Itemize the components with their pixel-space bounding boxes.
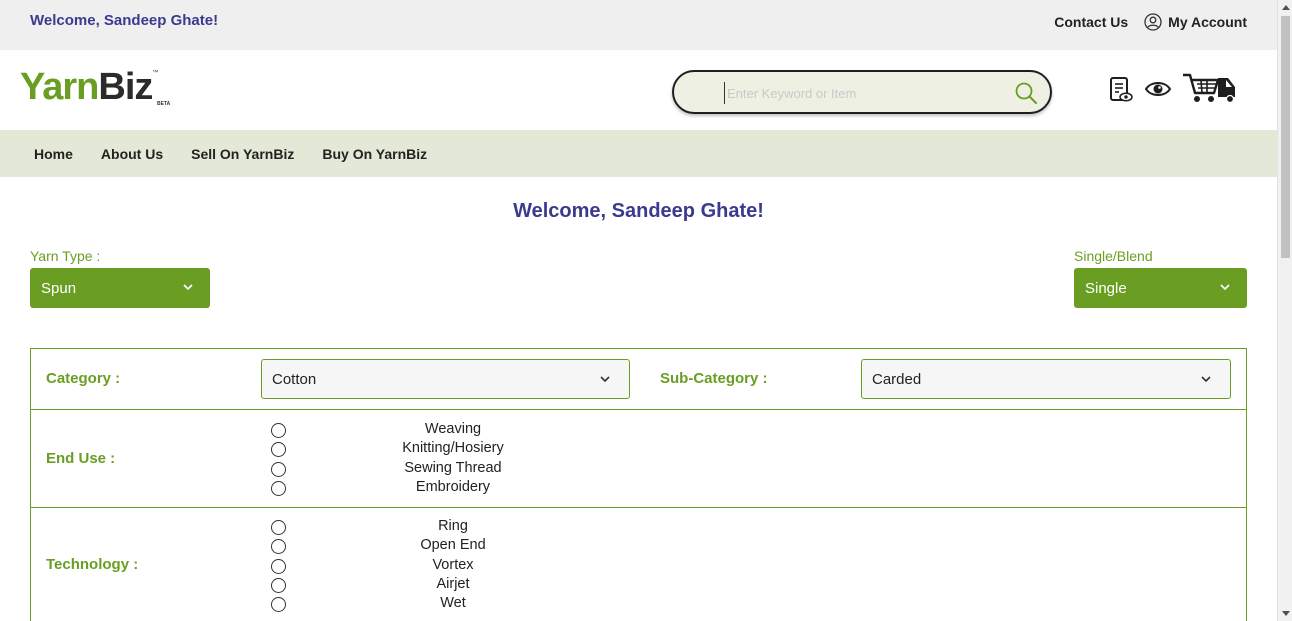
single-blend-value: Single: [1085, 279, 1127, 297]
end-use-option: Embroidery: [271, 478, 551, 497]
category-label: Category :: [46, 370, 121, 387]
logo-biz-text: Biz: [98, 66, 153, 108]
technology-option: Ring: [271, 517, 551, 536]
single-blend-label: Single/Blend: [1074, 248, 1153, 264]
page-title: Welcome, Sandeep Ghate!: [513, 200, 764, 222]
technology-option-label: Ring: [438, 518, 468, 534]
filter-table: Category : Cotton Sub-Category : Carded …: [30, 348, 1247, 621]
end-use-options: Weaving Knitting/Hosiery Sewing Thread E…: [271, 420, 551, 497]
yarn-type-value: Spun: [41, 279, 77, 297]
my-account-label: My Account: [1168, 14, 1247, 30]
category-value: Cotton: [272, 370, 317, 388]
welcome-message: Welcome, Sandeep Ghate!: [30, 12, 219, 29]
logo-yarn-text: Yarn: [20, 66, 99, 108]
yarn-type-select[interactable]: Spun: [30, 268, 210, 308]
technology-option: Wet: [271, 594, 551, 613]
end-use-option-label: Sewing Thread: [404, 459, 502, 476]
end-use-option: Sewing Thread: [271, 459, 551, 478]
category-row: Category : Cotton Sub-Category : Carded: [31, 349, 1246, 410]
header-icons: [1108, 72, 1238, 106]
technology-radio-airjet[interactable]: [271, 577, 286, 593]
page-scrollbar[interactable]: [1277, 0, 1292, 621]
top-links: Contact Us My Account: [1054, 13, 1247, 31]
end-use-option: Weaving: [271, 420, 551, 439]
category-select[interactable]: Cotton: [261, 359, 630, 399]
sub-category-select[interactable]: Carded: [861, 359, 1231, 399]
technology-option: Airjet: [271, 575, 551, 594]
logo-tm: ™: [152, 70, 159, 76]
main-nav: Home About Us Sell On YarnBiz Buy On Yar…: [0, 130, 1277, 177]
technology-radio-wet[interactable]: [271, 597, 286, 613]
scroll-up-arrow-icon[interactable]: [1282, 5, 1290, 10]
top-bar: Welcome, Sandeep Ghate! Contact Us My Ac…: [0, 0, 1277, 50]
cart-truck-icon[interactable]: [1182, 72, 1238, 106]
technology-label: Technology :: [46, 556, 139, 573]
search-input[interactable]: [724, 82, 1004, 104]
sub-category-label: Sub-Category :: [660, 370, 768, 387]
my-account-link[interactable]: My Account: [1144, 13, 1247, 31]
end-use-option: Knitting/Hosiery: [271, 439, 551, 458]
technology-options: Ring Open End Vortex Airjet Wet: [271, 517, 551, 613]
sub-category-value: Carded: [872, 370, 922, 388]
nav-home[interactable]: Home: [34, 146, 73, 162]
nav-buy-on-yarnbiz[interactable]: Buy On YarnBiz: [322, 146, 427, 162]
contact-us-link[interactable]: Contact Us: [1054, 14, 1128, 30]
end-use-radio-knitting[interactable]: [271, 442, 286, 458]
search-icon[interactable]: [1014, 81, 1038, 105]
technology-option-label: Vortex: [432, 556, 474, 573]
logo-beta: BETA: [157, 101, 171, 107]
technology-option-label: Open End: [420, 537, 486, 554]
technology-radio-open-end[interactable]: [271, 539, 286, 555]
header: Yarn Biz ™ BETA: [0, 50, 1277, 130]
technology-option: Vortex: [271, 556, 551, 575]
end-use-radio-sewing-thread[interactable]: [271, 461, 286, 477]
chevron-down-icon: [183, 284, 193, 291]
chevron-down-icon: [600, 376, 610, 383]
scrollbar-thumb[interactable]: [1281, 16, 1290, 258]
end-use-option-label: Weaving: [424, 421, 482, 437]
end-use-radio-embroidery[interactable]: [271, 480, 286, 496]
nav-about-us[interactable]: About Us: [101, 146, 163, 162]
chevron-down-icon: [1201, 376, 1211, 383]
end-use-row: End Use : Weaving Knitting/Hosiery Sewin…: [31, 410, 1246, 508]
technology-option-label: Wet: [440, 595, 466, 612]
technology-row: Technology : Ring Open End Vortex Airjet…: [31, 508, 1246, 621]
technology-option: Open End: [271, 536, 551, 555]
technology-radio-ring[interactable]: [271, 520, 286, 535]
yarnbiz-logo[interactable]: Yarn Biz ™ BETA: [20, 64, 170, 114]
single-blend-select[interactable]: Single: [1074, 268, 1247, 308]
end-use-option-label: Knitting/Hosiery: [402, 440, 504, 457]
eye-icon[interactable]: [1144, 79, 1172, 99]
nav-sell-on-yarnbiz[interactable]: Sell On YarnBiz: [191, 146, 294, 162]
end-use-radio-weaving[interactable]: [271, 423, 286, 438]
search-box: [672, 70, 1052, 114]
chevron-down-icon: [1220, 284, 1230, 291]
user-circle-icon: [1144, 13, 1162, 31]
end-use-option-label: Embroidery: [415, 478, 491, 495]
technology-radio-vortex[interactable]: [271, 558, 286, 574]
scroll-down-arrow-icon[interactable]: [1282, 611, 1290, 616]
technology-option-label: Airjet: [436, 575, 470, 592]
document-eye-icon[interactable]: [1108, 73, 1134, 105]
yarn-type-label: Yarn Type :: [30, 248, 101, 264]
end-use-label: End Use :: [46, 450, 116, 467]
